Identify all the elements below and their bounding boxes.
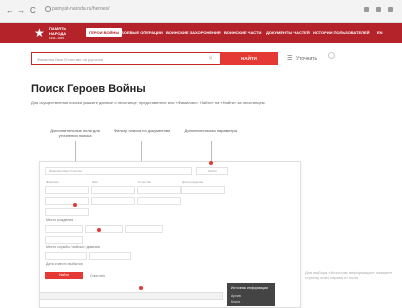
nav-item-units[interactable]: ВОИНСКИЕ ЧАСТИ xyxy=(224,30,261,35)
hint-text: Для выбора «Источник информации» нажмите… xyxy=(305,270,393,280)
service-field-2[interactable] xyxy=(89,252,131,260)
reload-button[interactable]: C xyxy=(30,6,36,15)
lock-icon xyxy=(45,6,51,12)
dropdown-title: Источник информации xyxy=(231,286,268,290)
extra-field-3[interactable] xyxy=(137,197,181,205)
birthplace-field-1[interactable] xyxy=(45,225,83,233)
extra-field-1[interactable] xyxy=(45,197,89,205)
nav-item-stories[interactable]: ИСТОРИИ ПОЛЬЗОВАТЕЛЕЙ xyxy=(313,30,370,35)
service-field-1[interactable] xyxy=(45,252,87,260)
form-top-placeholder: Фамилия Имя Отчество xyxy=(49,169,83,173)
label-patronymic: Отчество xyxy=(138,180,152,184)
submit-button[interactable]: Найти xyxy=(45,272,83,279)
callout-extra-params: Дополнительная параметры xyxy=(184,128,238,133)
marker-dot xyxy=(97,228,101,232)
nav-item-heroes[interactable]: ГЕРОИ ВОЙНЫ xyxy=(86,28,123,37)
browser-toolbar: ← → C pamyat-naroda.ru/heroes/ xyxy=(0,0,402,23)
forward-button[interactable]: → xyxy=(17,6,25,15)
patronymic-field[interactable] xyxy=(137,186,181,194)
section-service: Место службы / войска / дивизии xyxy=(46,245,100,249)
page-description: Для осуществления поиска укажите данные … xyxy=(31,100,266,105)
dropdown-item-archive[interactable]: Архив xyxy=(231,294,241,298)
search-placeholder: Фамилия Имя Отчество на русском xyxy=(37,56,103,62)
nav-item-lang[interactable]: EN xyxy=(377,30,383,35)
logo-years: 1941–1945 xyxy=(49,36,65,40)
marker-dot xyxy=(209,161,213,165)
address-bar[interactable]: pamyat-naroda.ru/heroes/ xyxy=(52,6,110,12)
birthplace-field-4[interactable] xyxy=(45,236,83,244)
callout-extra-fields: Дополнительные поля для уточнения поиска xyxy=(50,128,100,138)
label-firstname: Имя xyxy=(92,180,98,184)
section-dropout: Дата и место выбытия xyxy=(46,262,83,266)
marker-dot xyxy=(139,286,143,290)
bookmark-icon[interactable] xyxy=(376,7,381,12)
extension-icon[interactable] xyxy=(364,7,369,12)
form-top-input[interactable]: Фамилия Имя Отчество xyxy=(45,167,192,175)
extra-field-2[interactable] xyxy=(91,197,135,205)
birthplace-field-2[interactable] xyxy=(85,225,123,233)
extra-field-4[interactable] xyxy=(45,208,89,216)
callout-line-c xyxy=(211,141,212,163)
back-button[interactable]: ← xyxy=(6,6,14,15)
nav-item-documents[interactable]: ДОКУМЕНТЫ ЧАСТЕЙ xyxy=(266,30,310,35)
dropdown-item-books[interactable]: Книги xyxy=(231,300,240,304)
lastname-field[interactable] xyxy=(45,186,89,194)
form-top-button[interactable]: Найти xyxy=(196,167,228,175)
birthplace-field-3[interactable] xyxy=(125,225,163,233)
search-button[interactable]: НАЙТИ xyxy=(220,52,278,65)
reset-link[interactable]: Очистить xyxy=(90,274,105,278)
nav-item-operations[interactable]: БОЕВЫЕ ОПЕРАЦИИ xyxy=(121,30,163,35)
marker-dot xyxy=(73,203,77,207)
filter-button[interactable]: Уточнить xyxy=(296,56,317,62)
help-icon[interactable] xyxy=(328,52,335,59)
firstname-field[interactable] xyxy=(91,186,135,194)
callout-doc-filter: Фильтр поиска по документам xyxy=(113,128,171,133)
birthdate-field[interactable] xyxy=(181,186,225,194)
page-title: Поиск Героев Войны xyxy=(31,83,146,95)
sources-bar[interactable] xyxy=(39,292,223,300)
filter-icon[interactable]: ☰ xyxy=(287,56,292,62)
label-lastname: Фамилия xyxy=(46,180,59,184)
clear-icon[interactable]: ✕ xyxy=(208,55,213,62)
menu-icon[interactable] xyxy=(388,7,393,12)
star-icon: ★ xyxy=(34,26,45,40)
site-logo[interactable]: ПАМЯТЬ НАРОДА 1941–1945 xyxy=(49,26,79,41)
form-top-button-label: Найти xyxy=(208,169,217,173)
nav-item-burials[interactable]: ВОИНСКИЕ ЗАХОРОНЕНИЯ xyxy=(166,30,221,35)
label-birthdate: Дата рождения xyxy=(182,180,204,184)
section-birthplace: Место рождения xyxy=(46,218,74,222)
